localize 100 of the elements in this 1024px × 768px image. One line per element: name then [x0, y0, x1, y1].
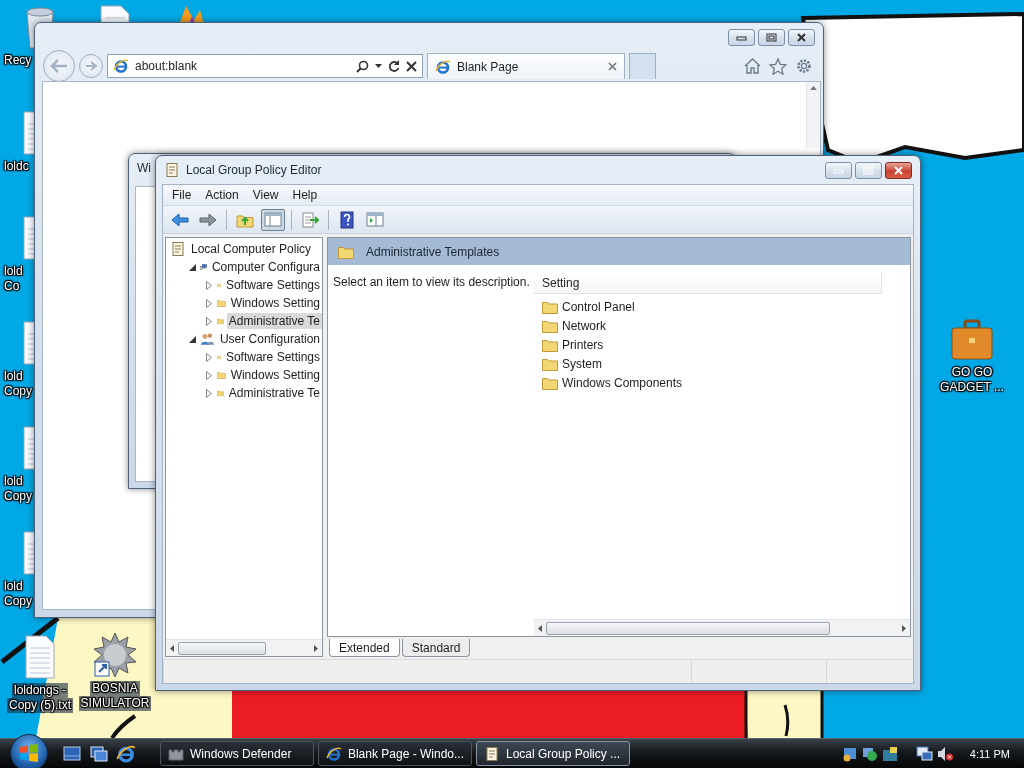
- star-icon[interactable]: [769, 57, 787, 75]
- arrow-right-icon: [85, 61, 97, 71]
- column-header[interactable]: Setting: [534, 273, 882, 294]
- window-title: Wi: [137, 161, 151, 175]
- browser-tab[interactable]: Blank Page: [427, 53, 625, 79]
- minimize-button[interactable]: [728, 28, 755, 46]
- pane-title: Administrative Templates: [366, 244, 500, 259]
- taskbar-button[interactable]: Blank Page - Windo...: [318, 741, 472, 766]
- tree-item[interactable]: Software Settings: [223, 349, 322, 365]
- scroll-thumb[interactable]: [178, 641, 266, 655]
- text-file-icon: [24, 634, 56, 680]
- panes-icon: [264, 212, 282, 227]
- switch-windows-icon[interactable]: [89, 743, 109, 764]
- tree-item[interactable]: Administrative Te: [226, 385, 322, 401]
- settings-icon[interactable]: [795, 57, 813, 75]
- menu-item[interactable]: File: [165, 188, 199, 202]
- minimize-icon: [833, 166, 844, 174]
- close-icon[interactable]: [608, 62, 617, 71]
- tree-item[interactable]: Windows Setting: [228, 295, 322, 311]
- arrow-left-icon: [50, 59, 68, 73]
- scroll-right-icon[interactable]: [314, 644, 318, 652]
- tree-item[interactable]: Computer Configura: [209, 259, 322, 275]
- list-item[interactable]: Printers: [562, 337, 604, 352]
- icon-label[interactable]: loldongs -: [11, 683, 68, 698]
- tree-item[interactable]: Administrative Te: [226, 313, 322, 329]
- list-item[interactable]: Control Panel: [562, 299, 635, 314]
- tray-icon[interactable]: [841, 745, 858, 762]
- folder-icon: [542, 299, 558, 314]
- arrow-right-icon: [199, 212, 217, 227]
- scroll-left-icon[interactable]: [170, 644, 174, 652]
- tray-icon[interactable]: [881, 745, 898, 762]
- collapse-toggle[interactable]: [188, 335, 196, 343]
- taskbar-button[interactable]: Windows Defender: [160, 741, 314, 766]
- view-tab[interactable]: Standard: [401, 639, 471, 657]
- expand-toggle[interactable]: [206, 352, 212, 362]
- arrow-left-icon: [171, 212, 189, 227]
- muted-speaker-icon[interactable]: [936, 745, 954, 762]
- minimize-button[interactable]: [825, 161, 852, 179]
- export-list-icon: [301, 211, 319, 228]
- expand-toggle[interactable]: [206, 298, 212, 308]
- folder-icon: [542, 375, 558, 390]
- browser-icon[interactable]: [116, 743, 136, 764]
- scroll-icon: [164, 162, 180, 178]
- menu-item[interactable]: View: [245, 188, 286, 202]
- expand-toggle[interactable]: [206, 280, 212, 290]
- close-button[interactable]: [788, 28, 815, 46]
- icon-label[interactable]: SIMULATOR: [78, 696, 152, 711]
- close-button[interactable]: [885, 161, 912, 179]
- menu-item[interactable]: Help: [285, 188, 325, 202]
- collapse-toggle[interactable]: [188, 263, 196, 271]
- icon-label[interactable]: BOSNIA: [90, 681, 140, 696]
- page-icon: [435, 58, 451, 75]
- window-title: Local Group Policy Editor: [186, 163, 322, 177]
- list-item[interactable]: Network: [562, 318, 606, 333]
- icon-label[interactable]: Copy (5).txt: [7, 698, 73, 713]
- stop-icon[interactable]: [406, 60, 417, 72]
- folder-icon: [542, 337, 558, 352]
- address-field[interactable]: about:blank: [107, 54, 423, 78]
- close-icon: [796, 32, 807, 42]
- network-icon[interactable]: [915, 745, 933, 762]
- folder-icon: [338, 244, 354, 259]
- tray-icon[interactable]: [861, 745, 878, 762]
- scroll-icon: [484, 745, 500, 762]
- list-item[interactable]: Windows Components: [562, 375, 683, 390]
- scroll-icon: [170, 241, 186, 257]
- search-icon[interactable]: [356, 59, 369, 73]
- tab-title: Blank Page: [457, 59, 520, 74]
- taskbar-button[interactable]: Local Group Policy ...: [476, 741, 630, 766]
- home-icon[interactable]: [744, 58, 761, 74]
- scroll-up-icon[interactable]: [810, 86, 817, 90]
- scroll-left-icon[interactable]: [538, 624, 542, 632]
- scroll-thumb[interactable]: [546, 621, 830, 635]
- help-icon: [340, 210, 354, 229]
- expand-toggle[interactable]: [206, 316, 212, 326]
- list-item[interactable]: System: [562, 356, 602, 371]
- tree-item[interactable]: User Configuration: [217, 331, 322, 347]
- description-text: Select an item to view its description.: [333, 275, 530, 289]
- tree-item[interactable]: Windows Setting: [228, 367, 322, 383]
- clock: 4:11 PM: [969, 747, 1010, 760]
- browser-icon: [326, 745, 342, 762]
- scroll-right-icon[interactable]: [902, 624, 906, 632]
- start-button[interactable]: [10, 734, 48, 768]
- page-icon: [113, 58, 129, 74]
- flag-icon: [19, 744, 39, 762]
- minimize-icon: [736, 33, 747, 41]
- folder-icon: [542, 318, 558, 333]
- caret-icon[interactable]: [375, 64, 382, 68]
- users-icon: [200, 331, 215, 347]
- desktop-icon[interactable]: [62, 743, 82, 764]
- maximize-icon: [766, 32, 777, 42]
- refresh-icon[interactable]: [388, 60, 400, 72]
- tree-item[interactable]: Local Computer Policy: [189, 241, 314, 257]
- tree-item[interactable]: Software Settings: [223, 277, 322, 293]
- maximize-icon: [863, 165, 874, 175]
- castle-wall-icon: [168, 746, 184, 761]
- menu-item[interactable]: Action: [198, 188, 246, 202]
- view-tab[interactable]: Extended: [329, 639, 400, 657]
- expand-toggle[interactable]: [206, 388, 212, 398]
- tree-toggle-button[interactable]: [261, 208, 285, 231]
- expand-toggle[interactable]: [206, 370, 212, 380]
